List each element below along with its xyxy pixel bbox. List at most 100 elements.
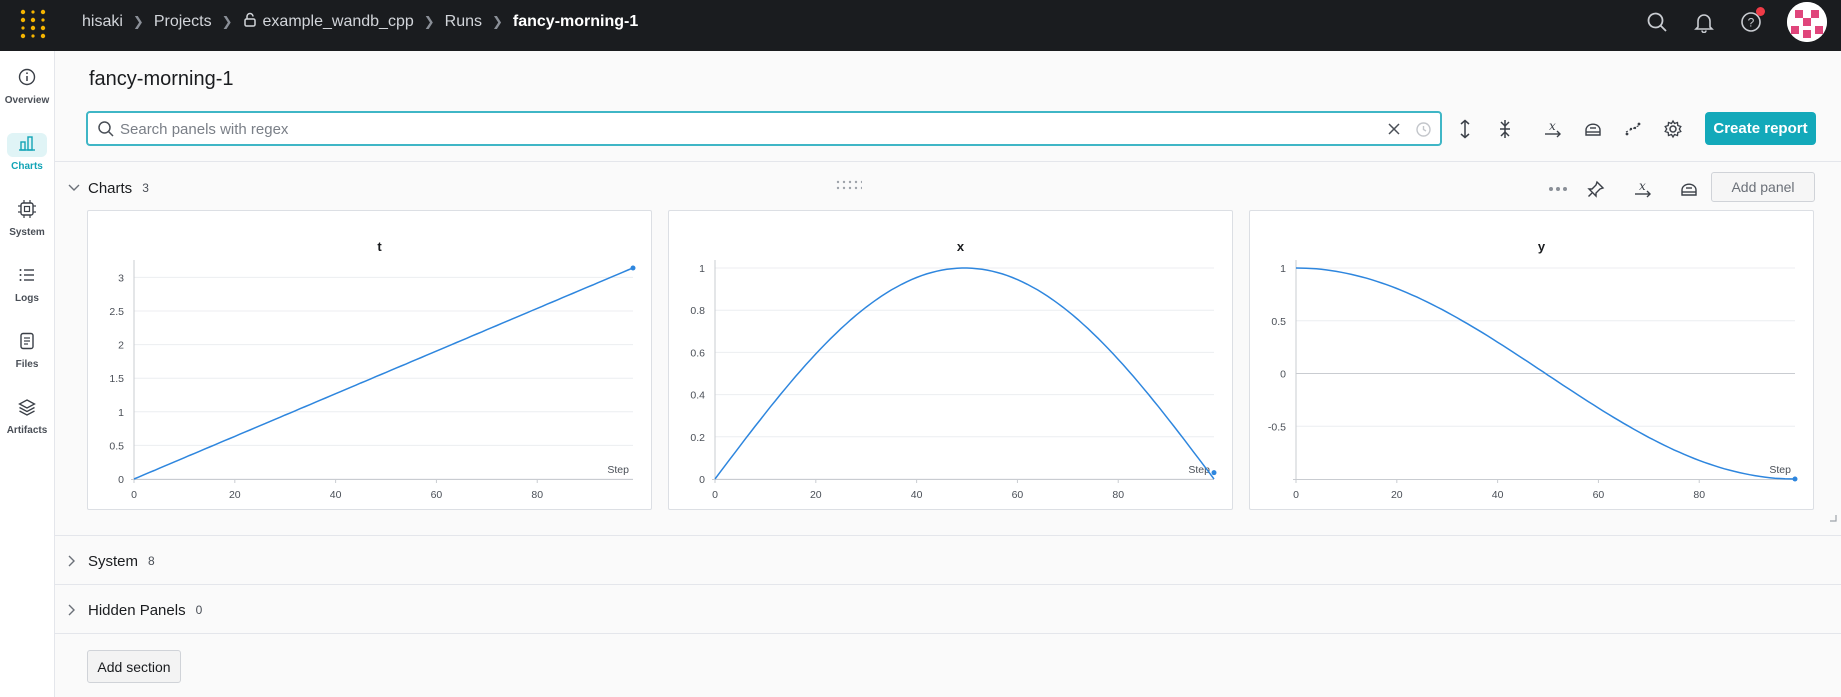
x-tick-label: 60 [431, 489, 443, 501]
x-axis-icon[interactable]: x [1540, 116, 1566, 142]
add-section-button[interactable]: Add section [87, 650, 181, 683]
breadcrumb-runs[interactable]: Runs [445, 13, 482, 31]
smoothing-icon[interactable] [1676, 176, 1702, 202]
y-tick-label: 1.5 [109, 373, 124, 385]
avatar[interactable] [1787, 1, 1827, 42]
chevron-down-icon[interactable] [68, 184, 82, 192]
section-header-charts[interactable]: Charts 3 [68, 176, 149, 200]
help-icon[interactable]: ? [1740, 6, 1765, 33]
x-tick-label: 80 [531, 489, 543, 501]
y-tick-label: 2.5 [109, 306, 124, 318]
chevron-right-icon[interactable] [68, 555, 82, 567]
wandb-logo-icon[interactable] [18, 8, 48, 42]
y-tick-label: 1 [1280, 263, 1286, 275]
top-icons: ? [1646, 0, 1841, 43]
chevron-right-icon[interactable] [68, 604, 82, 616]
sidebar-item-files[interactable]: Files [0, 325, 54, 375]
sidebar-item-system[interactable]: System [0, 193, 54, 243]
section-count: 0 [195, 603, 203, 617]
chart-panel-t[interactable]: t 0 0.5 1 1.5 2 2.5 3 0 20 40 60 80 Step [87, 210, 652, 510]
sidebar-item-overview[interactable]: Overview [0, 61, 54, 111]
y-tick-label: 0.5 [109, 440, 124, 452]
info-icon [18, 68, 36, 91]
page-title: fancy-morning-1 [89, 68, 234, 90]
section-header-system[interactable]: System 8 [68, 549, 155, 573]
sidebar-item-artifacts[interactable]: Artifacts [0, 391, 54, 441]
chart-panel-y[interactable]: y 1 0.5 0 -0.5 0 20 40 60 80 Step [1249, 210, 1814, 510]
y-tick-label: 0 [699, 474, 705, 486]
divider [55, 584, 1841, 585]
x-tick-label: 20 [229, 489, 241, 501]
series-end-point [630, 265, 636, 271]
breadcrumb-projects[interactable]: Projects [154, 13, 212, 31]
y-tick-label: 0.6 [690, 347, 705, 359]
resize-handle-icon[interactable] [1829, 514, 1837, 522]
gear-icon[interactable] [1660, 116, 1686, 142]
search-icon[interactable] [1646, 11, 1668, 33]
chart-y: y 1 0.5 0 -0.5 0 20 40 60 80 Step [1268, 239, 1798, 501]
x-tick-label: 0 [712, 489, 718, 501]
breadcrumb: hisaki ❯ Projects ❯ example_wandb_cpp ❯ … [82, 0, 638, 43]
search-input[interactable] [120, 119, 1320, 139]
x-tick-label: 40 [911, 489, 923, 501]
collapse-vertical-icon[interactable] [1492, 116, 1518, 142]
section-title: Hidden Panels [88, 601, 186, 619]
x-tick-label: 60 [1593, 489, 1605, 501]
breadcrumb-user[interactable]: hisaki [82, 13, 123, 31]
chart-title: y [1538, 239, 1546, 254]
x-tick-label: 0 [131, 489, 137, 501]
sidebar-item-logs[interactable]: Logs [0, 259, 54, 309]
create-report-button[interactable]: Create report [1705, 112, 1816, 145]
drag-handle-icon[interactable] [836, 180, 862, 190]
divider [55, 161, 1841, 162]
series-end-point [1792, 476, 1798, 482]
breadcrumb-run[interactable]: fancy-morning-1 [513, 13, 638, 31]
search-bar [86, 111, 1442, 146]
search-icon [97, 120, 115, 143]
y-tick-label: 0.5 [1271, 316, 1286, 328]
section-title: Charts [88, 179, 133, 197]
notification-dot [1756, 6, 1765, 16]
smoothing-icon[interactable] [1580, 116, 1606, 142]
sidebar-item-label: Overview [4, 95, 50, 106]
y-tick-label: 1 [699, 263, 705, 275]
section-title: System [88, 552, 139, 570]
expand-vertical-icon[interactable] [1452, 116, 1478, 142]
section-header-hidden-panels[interactable]: Hidden Panels 0 [68, 598, 202, 622]
y-tick-label: 0.8 [690, 305, 705, 317]
x-axis-icon[interactable]: x [1630, 176, 1656, 202]
chart-title: x [957, 239, 965, 254]
chart-x: x00.20.40.60.810 20 40 60 80Step [690, 239, 1217, 501]
sidebar-item-label: Logs [15, 293, 39, 304]
chevron-right-icon: ❯ [132, 13, 144, 29]
lock-open-icon [243, 12, 257, 32]
svg-text:x: x [1639, 179, 1646, 193]
outliers-icon[interactable] [1620, 116, 1646, 142]
x-tick-label: 40 [1492, 489, 1504, 501]
clear-icon[interactable] [1386, 121, 1402, 142]
svg-text:?: ? [1748, 15, 1755, 29]
pin-icon[interactable] [1583, 176, 1609, 202]
chart-t: t 0 0.5 1 1.5 2 2.5 3 0 20 40 60 80 Step [109, 239, 636, 501]
section-count: 3 [142, 181, 149, 195]
x-tick-label: 20 [810, 489, 822, 501]
x-tick-label: 80 [1112, 489, 1124, 501]
more-options-icon[interactable] [1545, 176, 1571, 202]
y-tick-label: 0.2 [690, 432, 705, 444]
add-panel-button[interactable]: Add panel [1711, 172, 1815, 202]
sidebar-item-charts[interactable]: Charts [0, 127, 54, 177]
list-icon [18, 266, 36, 289]
bell-icon[interactable] [1693, 11, 1715, 33]
history-icon[interactable] [1415, 121, 1432, 143]
x-axis-label: Step [1769, 464, 1791, 476]
x-tick-label: 0 [1293, 489, 1299, 501]
breadcrumb-project[interactable]: example_wandb_cpp [263, 13, 414, 31]
x-tick-label: 80 [1693, 489, 1705, 501]
chart-panel-x[interactable]: x 0 0.2 0.4 0.6 0.8 1 0 20 40 60 80 Step [668, 210, 1233, 510]
divider [55, 633, 1841, 634]
y-tick-label: -0.5 [1268, 421, 1286, 433]
series-line [133, 267, 634, 480]
bar-chart-icon [18, 134, 36, 157]
x-tick-label: 20 [1391, 489, 1403, 501]
series-end-point [1211, 470, 1217, 476]
